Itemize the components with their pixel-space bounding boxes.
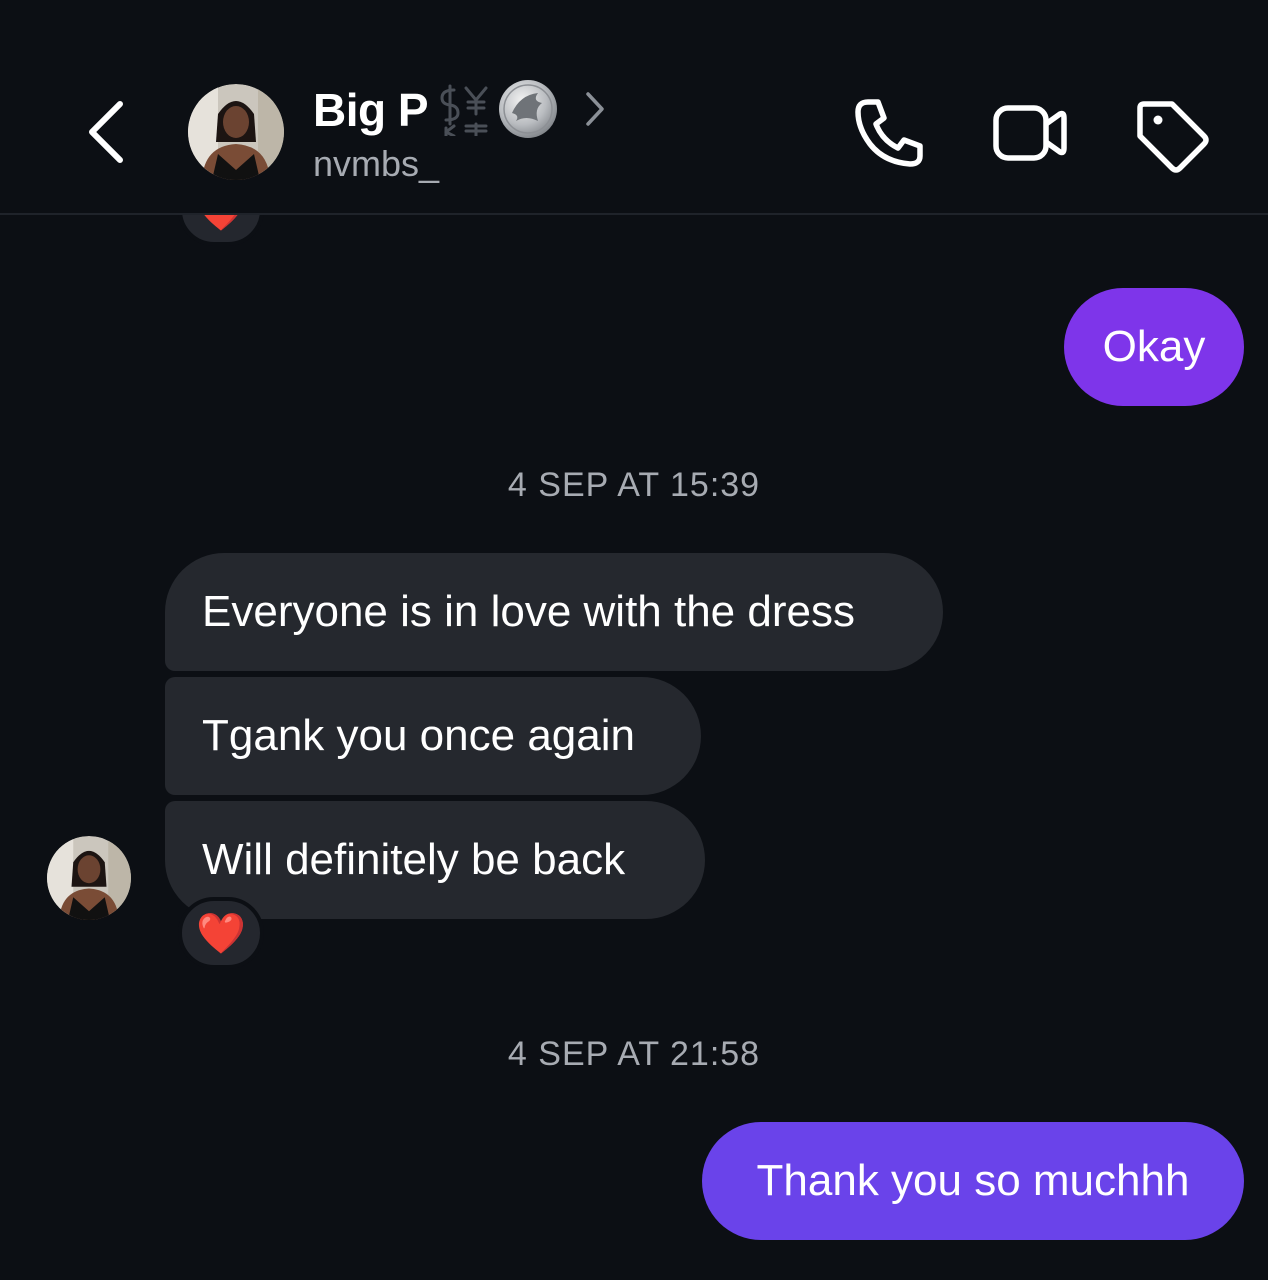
incoming-message[interactable]: Everyone is in love with the dress [165,553,943,671]
avatar-photo [47,836,131,920]
chevron-right-icon[interactable] [580,90,608,128]
video-call-button[interactable] [988,92,1070,174]
message-text: Thank you so muchhh [756,1156,1190,1205]
silver-coin-icon [499,80,557,138]
outgoing-message[interactable]: Okay [1064,288,1244,406]
video-camera-icon [993,105,1067,161]
contact-avatar[interactable] [188,84,284,180]
timestamp: 4 SEP AT 15:39 [507,466,761,504]
incoming-message[interactable]: Tgank you once again [165,677,701,795]
contact-name[interactable]: Big P [313,82,429,138]
audio-call-button[interactable] [848,92,930,174]
tag-icon [1137,101,1209,173]
back-chevron-icon [89,101,123,163]
timestamp: 4 SEP AT 21:58 [507,1035,761,1073]
contact-username: nvmbs_ [313,143,440,184]
message-text: Okay [1102,322,1206,371]
heart-reaction-icon: ❤️ [196,911,246,956]
outgoing-message[interactable]: Thank you so muchhh [702,1122,1244,1240]
avatar-photo [188,84,284,180]
phone-icon [855,99,923,167]
tag-button[interactable] [1132,92,1214,174]
money-currency-icon [440,84,488,136]
message-text: Everyone is in love with the dress [202,587,855,636]
sender-avatar[interactable] [47,836,131,920]
back-button[interactable] [78,96,134,168]
chat-header: Big P nvmbs_ [0,0,1268,215]
message-text: Will definitely be back [202,835,626,884]
message-reaction[interactable]: ❤️ [178,897,264,969]
message-text: Tgank you once again [202,711,635,760]
